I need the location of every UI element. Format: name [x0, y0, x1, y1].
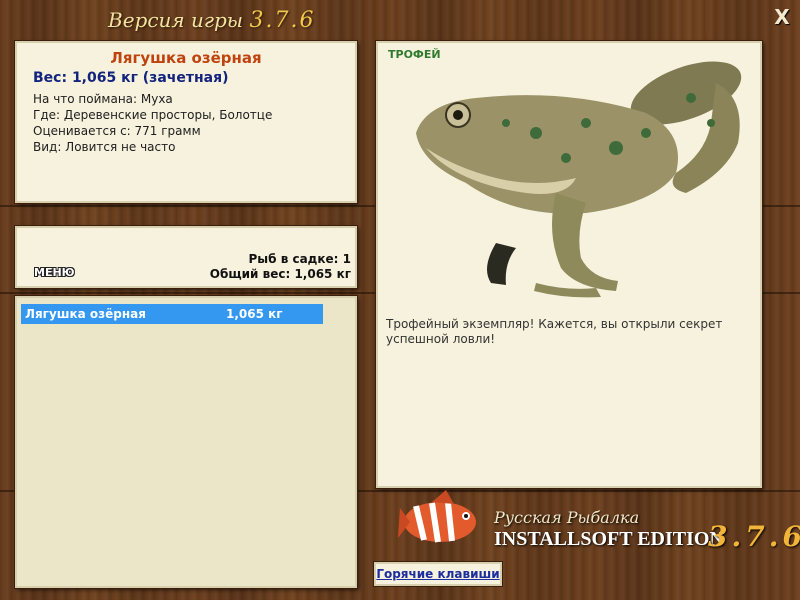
cage-total-weight: Общий вес: 1,065 кг	[209, 267, 351, 281]
fish-logo-icon	[398, 490, 476, 543]
fish-info-panel: Лягушка озёрная Вес: 1,065 кг (зачетная)…	[15, 41, 357, 203]
fish-name: Лягушка озёрная	[110, 49, 262, 67]
fish-bait: На что поймана: Муха	[33, 92, 173, 106]
trophy-panel: ТРОФЕЙ Трофейный экземпляр! Кажется, вы …	[376, 41, 762, 488]
menu-button[interactable]: МЕНЮ	[34, 266, 80, 282]
cage-summary-panel: МЕНЮ Рыб в садке: 1 Общий вес: 1,065 кг	[15, 226, 357, 288]
catch-list-panel: Лягушка озёрная 1,065 кг	[15, 296, 357, 588]
list-item-name: Лягушка озёрная	[25, 307, 146, 321]
window-title: Версия игры 3.7.6	[108, 8, 315, 36]
cage-stats: Рыб в садке: 1 Общий вес: 1,065 кг	[210, 252, 351, 282]
fish-weight: Вес: 1,065 кг (зачетная)	[33, 70, 229, 86]
list-item[interactable]: Лягушка озёрная 1,065 кг	[21, 304, 323, 324]
list-item-weight: 1,065 кг	[226, 307, 283, 321]
frog-image	[416, 61, 742, 298]
brand-edition: INSTALLSOFT EDITION	[494, 528, 724, 550]
trophy-description: Трофейный экземпляр! Кажется, вы открыли…	[386, 317, 723, 346]
fish-rated-from: Оценивается с: 771 грамм	[33, 124, 201, 138]
cage-fish-count: Рыб в садке: 1	[248, 252, 352, 266]
fish-rarity: Вид: Ловится не часто	[33, 140, 176, 154]
title-version: 3.7.6	[249, 8, 316, 33]
close-icon: X	[774, 5, 790, 29]
brand-title: Русская Рыбалка	[494, 508, 640, 527]
fish-location: Где: Деревенские просторы, Болотце	[33, 108, 273, 122]
brand-version: 3.7.6	[708, 520, 800, 553]
hotkeys-button[interactable]: Горячие клавиши	[374, 562, 502, 586]
title-prefix: Версия игры	[108, 8, 244, 32]
close-button[interactable]: X	[772, 6, 792, 28]
